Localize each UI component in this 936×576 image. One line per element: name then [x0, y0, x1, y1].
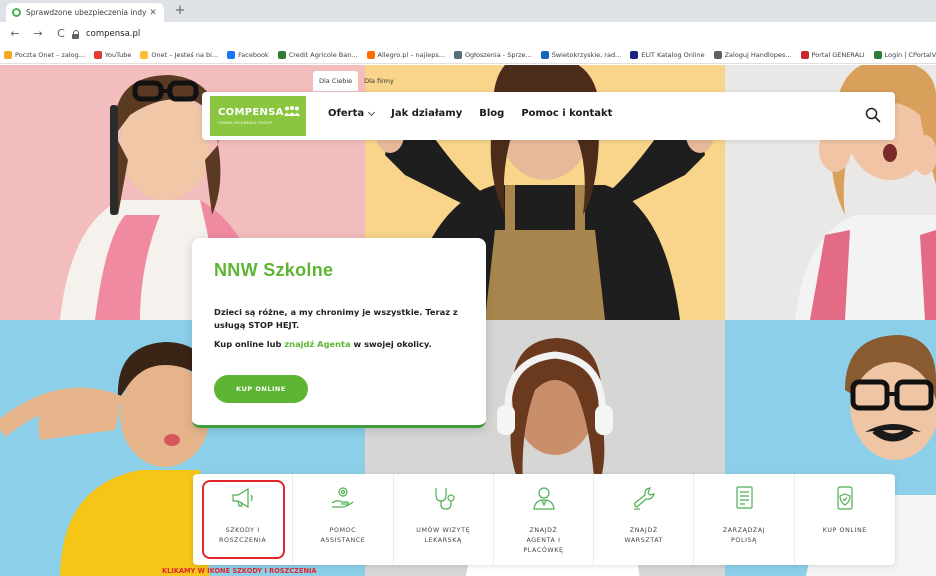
hero-subtext: Kup online lub znajdź Agenta w swojej ok…: [214, 339, 474, 349]
bookmark-favicon-icon: [4, 50, 12, 59]
phone-shield-icon: [837, 486, 853, 510]
bookmark-favicon-icon: [93, 50, 102, 59]
logo-people-icon: [284, 106, 300, 116]
bookmark-favicon-icon: [277, 50, 286, 59]
bookmark-label: Ogłoszenia - Sprze...: [464, 50, 532, 59]
document-icon: [736, 486, 754, 509]
chevron-down-icon: [368, 108, 376, 116]
search-icon[interactable]: [865, 107, 881, 123]
buy-online-button[interactable]: KUP ONLINE: [214, 375, 308, 403]
instruction-caption: KLIKAMY W IKONE SZKODY I ROSZCZENIA: [162, 567, 317, 575]
tab-dla-ciebie[interactable]: Dla Ciebie: [313, 71, 359, 91]
bookmark-label: Credit Agricole Ban...: [288, 50, 358, 59]
segment-tabs: Dla Ciebie Dla firmy: [313, 71, 400, 91]
web-page: Dla Ciebie Dla firmy COMPENSA VIENNA INS…: [0, 65, 936, 576]
bookmark-label: Portal GENERALI: [811, 50, 865, 59]
bookmark-favicon-icon: [140, 50, 149, 59]
quick-action-kup-online[interactable]: KUP ONLINE: [795, 474, 895, 565]
hero-description: Dzieci są różne, a my chronimy je wszyst…: [214, 307, 458, 330]
bookmark-favicon-icon: [873, 50, 882, 59]
quick-action-polisa[interactable]: ZARZĄDZAJ POLISĄ: [694, 474, 795, 565]
helping-hand-icon: [331, 487, 354, 508]
address-bar[interactable]: compensa.pl: [72, 25, 372, 43]
quick-action-label: UMÓW WIZYTĘ LEKARSKĄ: [416, 527, 471, 544]
quick-actions-bar: SZKODY I ROSZCZENIA POMOC ASSISTANCE UMÓ…: [193, 474, 895, 565]
bookmark-label: YouTube: [104, 50, 132, 59]
wrench-icon: [634, 487, 656, 510]
hero-card: NNW Szkolne Dzieci są różne, a my chroni…: [192, 238, 486, 428]
menu-item-label: Oferta: [328, 108, 365, 119]
quick-action-label: KUP ONLINE: [822, 527, 867, 534]
menu-item-jak-dzialamy[interactable]: Jak działamy: [391, 108, 462, 119]
bookmark-item[interactable]: YouTube: [93, 50, 132, 59]
bookmark-item[interactable]: ELIT Katalog Online: [630, 50, 705, 59]
bookmark-label: Poczta Onet – zalog...: [15, 50, 85, 59]
szkody-highlight-box: [202, 480, 285, 559]
bookmark-label: ELIT Katalog Online: [641, 50, 705, 59]
bookmark-favicon-icon: [453, 50, 462, 59]
bookmark-label: Login | CPortalV4: [884, 50, 936, 59]
bookmark-item[interactable]: Portal GENERALI: [800, 50, 865, 59]
hero-subtext-after: w swojej okolicy.: [350, 339, 432, 349]
find-agent-link[interactable]: znajdź Agenta: [284, 339, 350, 349]
quick-action-label: POMOC ASSISTANCE: [320, 527, 366, 544]
bookmark-item[interactable]: Credit Agricole Ban...: [277, 50, 358, 59]
logo-wordmark: COMPENSA: [218, 107, 284, 118]
lock-icon[interactable]: [72, 29, 80, 39]
close-tab-icon[interactable]: ✕: [148, 8, 158, 18]
bookmark-label: Onet – Jesteś na bi...: [151, 50, 219, 59]
new-tab-button[interactable]: +: [172, 3, 188, 19]
menu-item-blog[interactable]: Blog: [479, 108, 504, 119]
hero-subtext-before: Kup online lub: [214, 339, 285, 349]
quick-action-wizyta[interactable]: UMÓW WIZYTĘ LEKARSKĄ: [394, 474, 494, 565]
compensa-logo[interactable]: COMPENSA VIENNA INSURANCE GROUP: [210, 96, 306, 136]
bookmark-item[interactable]: Facebook: [227, 50, 269, 59]
bookmark-label: Facebook: [238, 50, 269, 59]
bookmark-label: Zaloguj Handlopes...: [724, 50, 792, 59]
url-text: compensa.pl: [86, 29, 141, 39]
bookmark-item[interactable]: Poczta Onet – zalog...: [4, 50, 85, 59]
quick-action-agent[interactable]: ZNAJDŹ AGENTA I PLACÓWKĘ: [494, 474, 595, 565]
browser-tab[interactable]: Sprawdzone ubezpieczenia indy ✕: [6, 3, 164, 22]
quick-action-assistance[interactable]: POMOC ASSISTANCE: [293, 474, 394, 565]
stethoscope-icon: [434, 488, 455, 510]
browser-toolbar: ← → C compensa.pl: [0, 22, 936, 46]
bookmark-favicon-icon: [630, 50, 639, 59]
tab-strip: Sprawdzone ubezpieczenia indy ✕ +: [0, 0, 936, 22]
site-favicon-icon: [12, 8, 21, 17]
bookmark-favicon-icon: [540, 50, 549, 59]
bookmark-item[interactable]: Zaloguj Handlopes...: [713, 50, 792, 59]
bookmarks-bar: Poczta Onet – zalog... YouTube Onet – Jest…: [0, 46, 936, 64]
main-menu: Oferta Jak działamy Blog Pomoc i kontakt: [328, 108, 629, 119]
bookmark-favicon-icon: [366, 50, 375, 59]
bookmark-item[interactable]: Ogłoszenia - Sprze...: [453, 50, 532, 59]
bookmark-item[interactable]: Login | CPortalV4: [873, 50, 936, 59]
quick-action-label: ZNAJDŹ AGENTA I PLACÓWKĘ: [523, 527, 564, 554]
menu-item-oferta[interactable]: Oferta: [328, 108, 376, 119]
bookmark-favicon-icon: [800, 50, 809, 59]
quick-action-warsztat[interactable]: ZNAJDŹ WARSZTAT: [594, 474, 695, 565]
reload-button[interactable]: C: [52, 25, 70, 43]
bookmark-label: Świetokrzyskie, rad...: [551, 50, 622, 59]
tab-dla-firmy[interactable]: Dla firmy: [358, 71, 400, 91]
bookmark-favicon-icon: [713, 50, 722, 59]
logo-subtitle: VIENNA INSURANCE GROUP: [218, 121, 273, 125]
agent-icon: [533, 487, 555, 510]
quick-action-label: ZNAJDŹ WARSZTAT: [624, 527, 664, 544]
bookmark-item[interactable]: Allegro.pl – najleps...: [366, 50, 445, 59]
browser-window: Sprawdzone ubezpieczenia indy ✕ + ← → C …: [0, 0, 936, 576]
forward-button[interactable]: →: [29, 25, 47, 43]
back-button[interactable]: ←: [6, 25, 24, 43]
bookmark-favicon-icon: [227, 50, 236, 59]
quick-action-label: ZARZĄDZAJ POLISĄ: [722, 527, 766, 544]
site-header: COMPENSA VIENNA INSURANCE GROUP Oferta J…: [202, 92, 895, 140]
hero-title: NNW Szkolne: [214, 260, 334, 280]
menu-item-pomoc-i-kontakt[interactable]: Pomoc i kontakt: [521, 108, 612, 119]
bookmark-item[interactable]: Onet – Jesteś na bi...: [140, 50, 219, 59]
bookmark-item[interactable]: Świetokrzyskie, rad...: [540, 50, 622, 59]
bookmark-label: Allegro.pl – najleps...: [377, 50, 445, 59]
tab-title: Sprawdzone ubezpieczenia indy: [26, 8, 147, 17]
